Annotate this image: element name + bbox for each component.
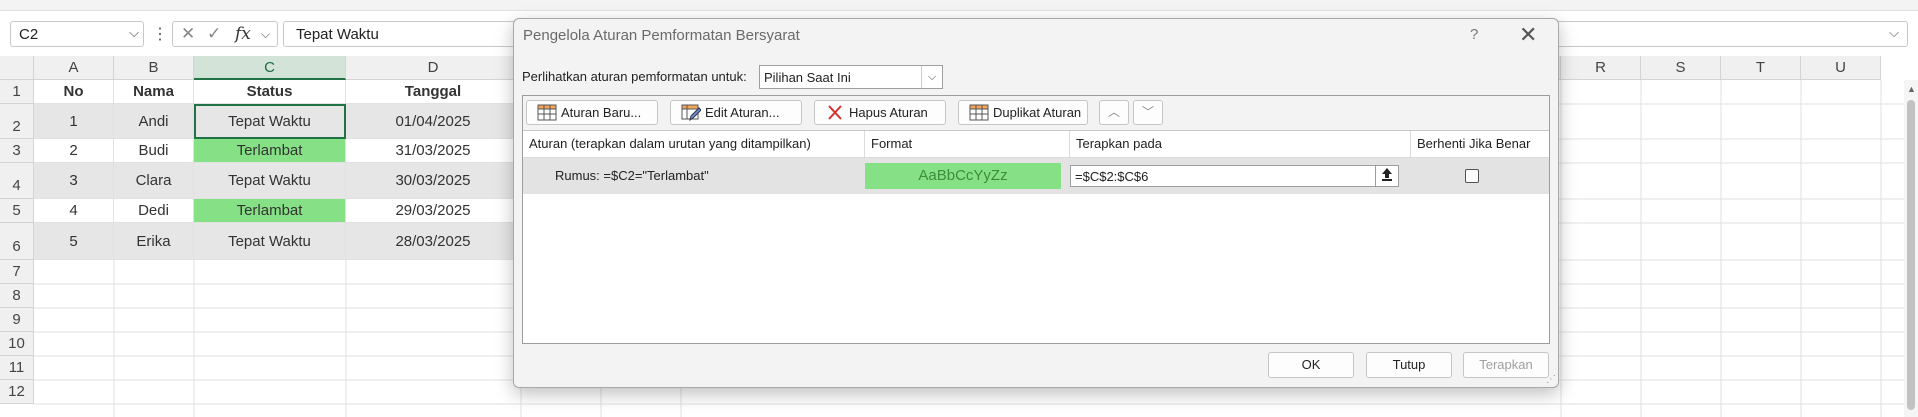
applies-to-value: =$C$2:$C$6 — [1075, 169, 1149, 184]
scrollbar-thumb[interactable] — [1907, 100, 1915, 410]
row-header-2[interactable]: 2 — [0, 104, 34, 139]
close-button[interactable]: Tutup — [1366, 352, 1452, 378]
column-header-a[interactable]: A — [34, 56, 114, 80]
rules-table-header: Aturan (terapkan dalam urutan yang ditam… — [523, 131, 1549, 158]
chevron-down-icon: ﹀ — [1141, 105, 1154, 119]
resize-grip-icon[interactable]: ⋰ — [1546, 374, 1556, 385]
row-header-7[interactable]: 7 — [0, 260, 34, 284]
column-header-c[interactable]: C — [194, 56, 346, 80]
edit-rule-label: Edit Aturan... — [705, 105, 780, 120]
column-header-d[interactable]: D — [346, 56, 521, 80]
row-header-8[interactable]: 8 — [0, 284, 34, 308]
new-rule-label: Aturan Baru... — [561, 105, 642, 120]
column-applies-to[interactable]: Terapkan pada — [1070, 131, 1411, 157]
rules-toolbar: Aturan Baru... Edit Aturan... Hapus Atur… — [523, 96, 1549, 131]
collapse-dialog-icon — [1382, 168, 1392, 181]
vertical-scrollbar[interactable]: ▲ — [1904, 80, 1918, 417]
cancel-icon[interactable]: ✕ — [181, 24, 195, 44]
ribbon-remnant — [0, 0, 1918, 11]
column-header-u[interactable]: U — [1801, 56, 1881, 80]
more-options-icon[interactable]: ⋮ — [152, 24, 168, 44]
row-header-6[interactable]: 6 — [0, 223, 34, 260]
row-header-11[interactable]: 11 — [0, 356, 34, 380]
duplicate-table-icon — [969, 104, 989, 121]
select-all-corner[interactable] — [0, 56, 34, 80]
insert-function-icon[interactable]: fx — [235, 24, 251, 44]
show-rules-value: Pilihan Saat Ini — [764, 70, 851, 85]
row-header-5[interactable]: 5 — [0, 199, 34, 223]
table-grid-icon — [537, 104, 557, 121]
row-header-12[interactable]: 12 — [0, 380, 34, 404]
format-preview: AaBbCcYyZz — [865, 163, 1061, 189]
column-header-s[interactable]: S — [1641, 56, 1721, 80]
dialog-title: Pengelola Aturan Pemformatan Bersyarat — [523, 27, 800, 44]
edit-pencil-icon — [681, 104, 701, 121]
chevron-down-icon[interactable]: ⌵ — [129, 25, 139, 41]
close-icon[interactable]: ✕ — [1519, 22, 1537, 48]
move-down-button[interactable]: ﹀ — [1133, 100, 1163, 125]
row-header-10[interactable]: 10 — [0, 332, 34, 356]
ok-button[interactable]: OK — [1268, 352, 1354, 378]
apply-button[interactable]: Terapkan — [1463, 352, 1549, 378]
row-header-3[interactable]: 3 — [0, 139, 34, 163]
applies-to-input[interactable]: =$C$2:$C$6 — [1070, 165, 1399, 187]
delete-rule-button[interactable]: Hapus Aturan — [814, 100, 946, 125]
rules-panel: Aturan Baru... Edit Aturan... Hapus Atur… — [522, 95, 1550, 344]
column-stop-if-true[interactable]: Berhenti Jika Benar — [1411, 131, 1549, 157]
column-header-t[interactable]: T — [1721, 56, 1801, 80]
range-selector-button[interactable] — [1375, 166, 1398, 186]
expand-formula-icon[interactable]: ⌵ — [1889, 25, 1899, 41]
rule-row[interactable]: Rumus: =$C2="Terlambat" AaBbCcYyZz =$C$2… — [523, 158, 1549, 194]
row-header-9[interactable]: 9 — [0, 308, 34, 332]
show-rules-label: Perlihatkan aturan pemformatan untuk: — [522, 69, 747, 84]
duplicate-rule-label: Duplikat Aturan — [993, 105, 1082, 120]
enter-icon[interactable]: ✓ — [207, 24, 221, 44]
column-rule[interactable]: Aturan (terapkan dalam urutan yang ditam… — [523, 131, 865, 157]
chevron-down-icon[interactable]: ⌵ — [921, 66, 942, 88]
name-box[interactable]: C2 ⌵ — [10, 21, 144, 47]
conditional-formatting-dialog: Pengelola Aturan Pemformatan Bersyarat ?… — [513, 18, 1559, 388]
formula-actions: ✕ ✓ fx ⌵ — [172, 21, 278, 47]
chevron-down-icon[interactable]: ⌵ — [261, 27, 270, 42]
show-rules-dropdown[interactable]: Pilihan Saat Ini ⌵ — [759, 65, 943, 89]
row-header-4[interactable]: 4 — [0, 163, 34, 199]
delete-x-icon — [828, 105, 842, 120]
rule-formula: Rumus: =$C2="Terlambat" — [555, 168, 709, 183]
formula-content: Tepat Waktu — [296, 26, 379, 43]
column-header-b[interactable]: B — [114, 56, 194, 80]
move-up-button[interactable]: ︿ — [1099, 100, 1129, 125]
edit-rule-button[interactable]: Edit Aturan... — [670, 100, 802, 125]
help-button[interactable]: ? — [1470, 26, 1478, 43]
delete-rule-label: Hapus Aturan — [849, 105, 928, 120]
chevron-up-icon: ︿ — [1107, 105, 1120, 119]
name-box-value: C2 — [19, 26, 39, 43]
new-rule-button[interactable]: Aturan Baru... — [526, 100, 658, 125]
column-format[interactable]: Format — [865, 131, 1070, 157]
duplicate-rule-button[interactable]: Duplikat Aturan — [958, 100, 1088, 125]
scroll-up-icon[interactable]: ▲ — [1907, 84, 1916, 94]
stop-if-true-checkbox[interactable] — [1465, 169, 1479, 183]
row-header-1[interactable]: 1 — [0, 80, 34, 104]
column-header-r[interactable]: R — [1561, 56, 1641, 80]
